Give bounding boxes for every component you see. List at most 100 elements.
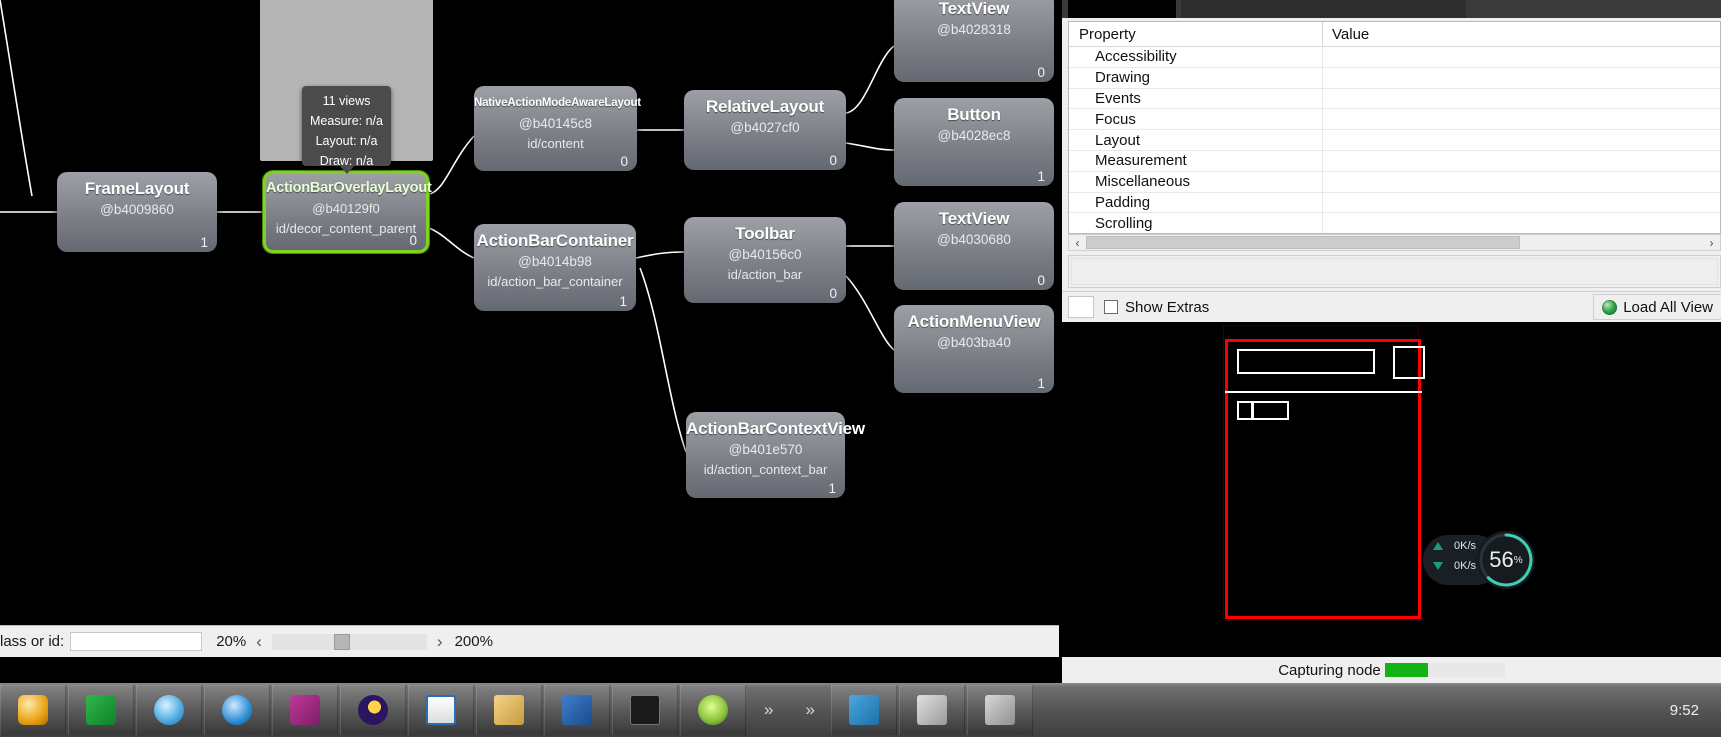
taskbar-item[interactable] <box>0 685 66 735</box>
taskbar-item[interactable] <box>476 685 542 735</box>
property-table[interactable]: Property Value Accessibility Drawing Eve… <box>1068 21 1721 234</box>
cpu-percent: 56% <box>1477 531 1535 589</box>
tree-node-textview-1[interactable]: TextView @b4028318 0 <box>894 0 1054 82</box>
tree-node-nativeactionmodeawarelayout[interactable]: NativeActionModeAwareLayout @b40145c8 id… <box>474 86 641 171</box>
property-name: Scrolling <box>1095 214 1153 232</box>
tree-node-framelayout[interactable]: FrameLayout @b4009860 1 <box>57 172 217 252</box>
value-detail-box[interactable] <box>1068 255 1721 288</box>
property-name: Focus <box>1095 110 1136 128</box>
taskbar-item[interactable] <box>898 685 965 735</box>
taskbar-item[interactable] <box>272 685 338 735</box>
taskbar-item[interactable] <box>136 685 202 735</box>
taskbar-overflow-chevron-1[interactable]: » <box>748 700 789 720</box>
app-icon <box>86 695 116 725</box>
node-hash: @b40156c0 <box>728 247 802 262</box>
table-row[interactable]: Measurement <box>1069 150 1720 172</box>
app-icon <box>630 695 660 725</box>
chevron-left-icon[interactable]: ‹ <box>256 632 262 652</box>
zoom-min-label: 20% <box>216 633 247 650</box>
taskbar-item[interactable] <box>340 685 406 735</box>
taskbar-item[interactable] <box>204 685 270 735</box>
property-value <box>1322 150 1720 172</box>
app-icon <box>18 695 48 725</box>
node-class: Toolbar <box>735 224 795 243</box>
node-class: ActionBarContainer <box>476 231 634 250</box>
property-name: Drawing <box>1095 69 1151 87</box>
property-table-hscrollbar[interactable]: ‹ › <box>1068 234 1721 251</box>
table-row[interactable]: Accessibility <box>1069 46 1720 68</box>
scroll-right-icon[interactable]: › <box>1703 236 1720 250</box>
panel-tab-secondary[interactable] <box>1181 0 1466 18</box>
tooltip-layout: Layout: n/a <box>315 134 378 148</box>
tree-node-toolbar[interactable]: Toolbar @b40156c0 id/action_bar 0 <box>684 217 846 303</box>
node-class: RelativeLayout <box>705 97 825 116</box>
windows-taskbar[interactable]: » » 9:52 <box>0 683 1721 737</box>
node-hash: @b401e570 <box>728 442 803 457</box>
download-row: 0K/s <box>1433 560 1476 572</box>
scroll-left-icon[interactable]: ‹ <box>1069 236 1086 250</box>
node-profile-tooltip: 11 views Measure: n/a Layout: n/a Draw: … <box>302 86 391 168</box>
table-row[interactable]: Scrolling <box>1069 212 1720 233</box>
taskbar-item[interactable] <box>966 685 1033 735</box>
property-value <box>1322 46 1720 68</box>
scrollbar-trough[interactable] <box>1086 236 1703 249</box>
network-speed-widget[interactable]: 0K/s 0K/s 56% <box>1423 531 1535 589</box>
tree-node-button[interactable]: Button @b4028ec8 1 <box>894 98 1054 186</box>
taskbar-item[interactable] <box>544 685 610 735</box>
taskbar-item[interactable] <box>830 685 897 735</box>
show-extras-checkbox[interactable] <box>1104 300 1118 314</box>
property-value <box>1322 88 1720 109</box>
node-child-count: 0 <box>620 154 628 169</box>
scrollbar-thumb[interactable] <box>1086 236 1520 249</box>
chevron-right-icon[interactable]: › <box>437 632 443 652</box>
node-class: TextView <box>938 0 1010 18</box>
property-name: Events <box>1095 89 1141 107</box>
zoom-slider[interactable] <box>271 633 427 650</box>
tree-node-actionbarcontainer[interactable]: ActionBarContainer @b4014b98 id/action_b… <box>474 224 636 311</box>
node-class: NativeActionModeAwareLayout <box>474 97 641 109</box>
table-row[interactable]: Events <box>1069 88 1720 110</box>
node-class: TextView <box>938 209 1010 228</box>
node-child-count: 0 <box>829 153 837 168</box>
tree-node-actionmenuview[interactable]: ActionMenuView @b403ba40 1 <box>894 305 1054 393</box>
tree-node-relativelayout[interactable]: RelativeLayout @b4027cf0 0 <box>684 90 846 170</box>
property-value <box>1322 129 1720 151</box>
zoom-slider-thumb[interactable] <box>333 633 350 650</box>
tree-node-textview-2[interactable]: TextView @b4030680 0 <box>894 202 1054 290</box>
table-row[interactable]: Padding <box>1069 192 1720 214</box>
cpu-gauge: 56% <box>1477 531 1535 589</box>
app-icon <box>698 695 728 725</box>
node-class: ActionMenuView <box>907 312 1041 331</box>
load-all-views-button[interactable]: Load All View <box>1593 294 1721 320</box>
table-row[interactable]: Focus <box>1069 108 1720 131</box>
app-icon <box>984 695 1015 725</box>
property-name: Accessibility <box>1095 48 1177 66</box>
node-child-count: 1 <box>200 235 208 250</box>
taskbar-item[interactable] <box>680 685 746 735</box>
table-row[interactable]: Miscellaneous <box>1069 171 1720 193</box>
upload-row: 0K/s <box>1433 540 1476 552</box>
app-icon <box>358 695 388 725</box>
node-view-id: id/content <box>527 136 584 151</box>
tree-canvas[interactable]: FrameLayout @b4009860 1 ActionBarOverlay… <box>0 0 1059 683</box>
panel-tab-active[interactable] <box>1068 0 1176 18</box>
taskbar-item[interactable] <box>612 685 678 735</box>
tree-node-actionbarcontextview[interactable]: ActionBarContextView @b401e570 id/action… <box>686 412 865 498</box>
property-value <box>1322 108 1720 130</box>
tree-node-actionbaroverlaylayout[interactable]: ActionBarOverlayLayout @b40129f0 id/deco… <box>263 171 432 253</box>
hierarchy-viewer-window: FrameLayout @b4009860 1 ActionBarOverlay… <box>0 0 1721 737</box>
taskbar-overflow-chevron-2[interactable]: » <box>789 700 830 720</box>
table-row[interactable]: Layout <box>1069 129 1720 151</box>
taskbar-item[interactable] <box>68 685 134 735</box>
table-row[interactable]: Drawing <box>1069 67 1720 89</box>
device-preview[interactable] <box>1062 322 1721 683</box>
app-icon <box>916 695 947 725</box>
extras-toolbar: Show Extras Load All View <box>1062 291 1721 322</box>
preview-divider <box>1225 391 1422 393</box>
taskbar-item[interactable] <box>408 685 474 735</box>
filter-input[interactable] <box>70 632 203 651</box>
taskbar-clock: 9:52 <box>1669 701 1699 719</box>
node-class: FrameLayout <box>84 179 190 198</box>
color-swatch[interactable] <box>1068 296 1094 318</box>
app-icon <box>426 695 456 725</box>
